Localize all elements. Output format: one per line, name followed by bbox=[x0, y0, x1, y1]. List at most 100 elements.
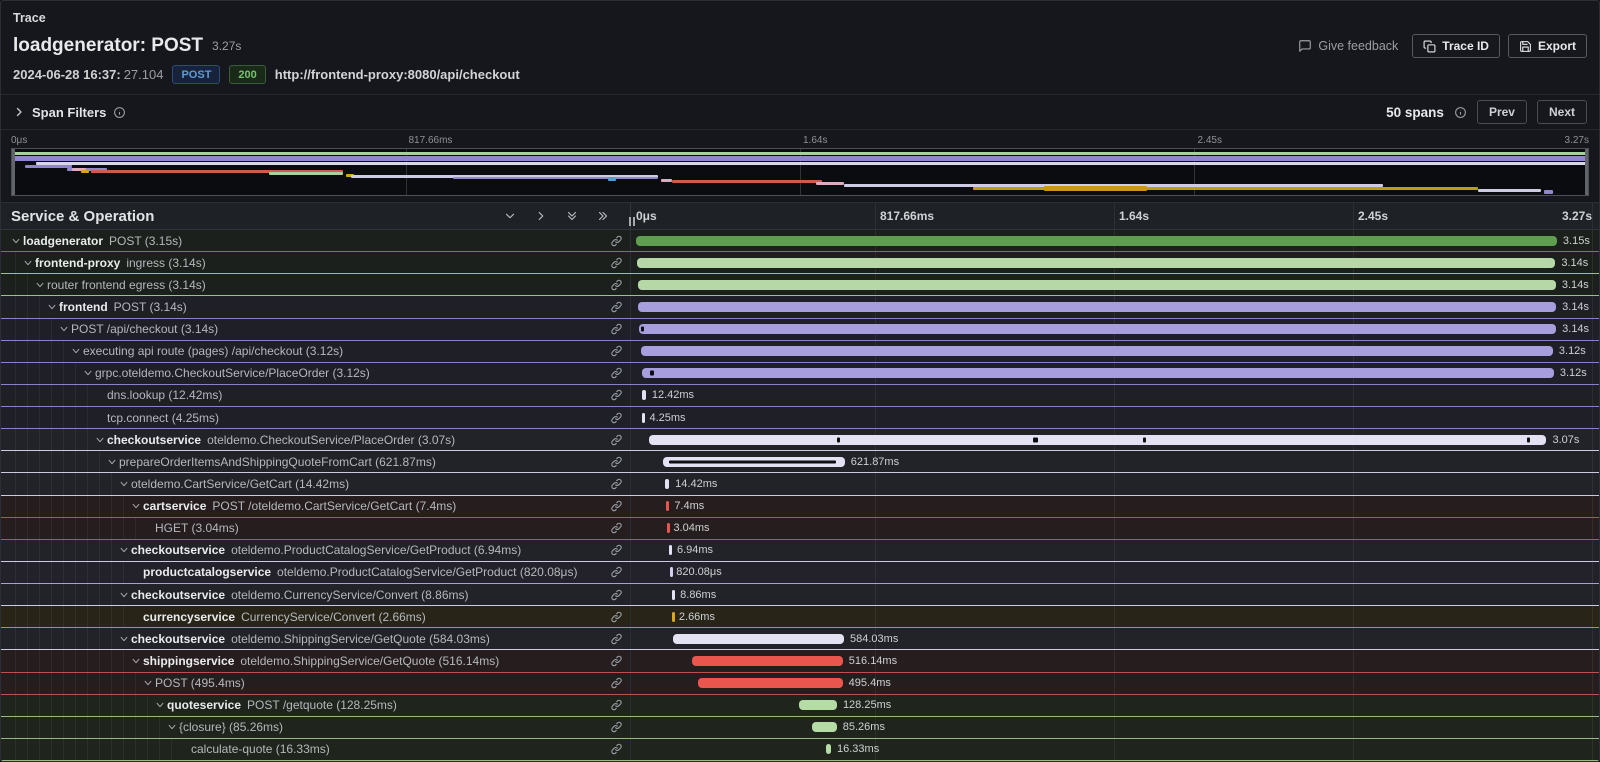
span-link-icon[interactable] bbox=[610, 278, 623, 291]
span-row[interactable]: checkoutservice oteldemo.ProductCatalogS… bbox=[1, 540, 1599, 562]
chevron-right-icon[interactable] bbox=[13, 106, 25, 118]
span-link-icon[interactable] bbox=[610, 610, 623, 623]
span-row-timeline[interactable]: 14.42ms bbox=[631, 473, 1599, 494]
chevron-down-icon[interactable] bbox=[119, 479, 131, 489]
span-row-label[interactable]: {closure} (85.26ms) bbox=[1, 717, 631, 738]
span-row[interactable]: frontend POST (3.14s) 3.14s bbox=[1, 296, 1599, 318]
span-row-label[interactable]: loadgenerator POST (3.15s) bbox=[1, 230, 631, 251]
span-row-timeline[interactable]: 516.14ms bbox=[631, 650, 1599, 671]
span-link-icon[interactable] bbox=[610, 699, 623, 712]
span-row-label[interactable]: POST /api/checkout (3.14s) bbox=[1, 319, 631, 340]
span-row-timeline[interactable]: 16.33ms bbox=[631, 739, 1599, 760]
span-row-label[interactable]: shippingservice oteldemo.ShippingService… bbox=[1, 650, 631, 671]
chevron-down-icon[interactable] bbox=[35, 280, 47, 290]
chevron-down-icon[interactable] bbox=[23, 258, 35, 268]
span-link-icon[interactable] bbox=[610, 654, 623, 667]
span-row-timeline[interactable]: 85.26ms bbox=[631, 717, 1599, 738]
span-bar[interactable] bbox=[669, 545, 672, 555]
span-link-icon[interactable] bbox=[610, 632, 623, 645]
span-link-icon[interactable] bbox=[610, 566, 623, 579]
span-row-timeline[interactable]: 584.03ms bbox=[631, 628, 1599, 649]
expand-all-icon[interactable] bbox=[596, 209, 610, 223]
span-row[interactable]: HGET (3.04ms) 3.04ms bbox=[1, 518, 1599, 540]
span-row-timeline[interactable]: 3.14s bbox=[631, 319, 1599, 340]
span-link-icon[interactable] bbox=[610, 256, 623, 269]
chevron-down-icon[interactable] bbox=[11, 236, 23, 246]
span-bar[interactable] bbox=[636, 236, 1557, 246]
span-row-timeline[interactable]: 3.07s bbox=[631, 429, 1599, 450]
span-row-timeline[interactable]: 128.25ms bbox=[631, 695, 1599, 716]
span-row-timeline[interactable]: 3.15s bbox=[631, 230, 1599, 251]
span-link-icon[interactable] bbox=[610, 411, 623, 424]
chevron-down-icon[interactable] bbox=[119, 634, 131, 644]
span-row[interactable]: router frontend egress (3.14s) 3.14s bbox=[1, 274, 1599, 296]
span-filters-toggle[interactable]: Span Filters bbox=[13, 105, 126, 120]
span-row-timeline[interactable]: 3.14s bbox=[631, 252, 1599, 273]
next-button[interactable]: Next bbox=[1537, 100, 1587, 124]
chevron-down-icon[interactable] bbox=[131, 656, 143, 666]
span-row-label[interactable]: frontend-proxy ingress (3.14s) bbox=[1, 252, 631, 273]
span-link-icon[interactable] bbox=[610, 477, 623, 490]
span-row-label[interactable]: quoteservice POST /getquote (128.25ms) bbox=[1, 695, 631, 716]
span-row[interactable]: executing api route (pages) /api/checkou… bbox=[1, 341, 1599, 363]
span-row-timeline[interactable]: 3.14s bbox=[631, 274, 1599, 295]
give-feedback-button[interactable]: Give feedback bbox=[1292, 38, 1404, 54]
span-row-label[interactable]: checkoutservice oteldemo.CheckoutService… bbox=[1, 429, 631, 450]
chevron-down-icon[interactable] bbox=[131, 501, 143, 511]
span-row[interactable]: prepareOrderItemsAndShippingQuoteFromCar… bbox=[1, 451, 1599, 473]
span-link-icon[interactable] bbox=[610, 588, 623, 601]
span-link-icon[interactable] bbox=[610, 367, 623, 380]
span-row-timeline[interactable]: 3.04ms bbox=[631, 518, 1599, 539]
span-row[interactable]: POST (495.4ms) 495.4ms bbox=[1, 673, 1599, 695]
span-row[interactable]: productcatalogservice oteldemo.ProductCa… bbox=[1, 562, 1599, 584]
chevron-down-icon[interactable] bbox=[95, 435, 107, 445]
span-row[interactable]: tcp.connect (4.25ms) 4.25ms bbox=[1, 407, 1599, 429]
span-bar[interactable] bbox=[639, 324, 1556, 334]
span-row-label[interactable]: checkoutservice oteldemo.CurrencyService… bbox=[1, 584, 631, 605]
chevron-down-icon[interactable] bbox=[47, 302, 59, 312]
span-bar[interactable] bbox=[665, 479, 669, 489]
span-row-label[interactable]: tcp.connect (4.25ms) bbox=[1, 407, 631, 428]
span-row-label[interactable]: prepareOrderItemsAndShippingQuoteFromCar… bbox=[1, 451, 631, 472]
span-row-timeline[interactable]: 12.42ms bbox=[631, 385, 1599, 406]
column-resize-handle[interactable] bbox=[629, 217, 635, 226]
span-row[interactable]: grpc.oteldemo.CheckoutService/PlaceOrder… bbox=[1, 363, 1599, 385]
chevron-down-icon[interactable] bbox=[119, 590, 131, 600]
span-row-label[interactable]: productcatalogservice oteldemo.ProductCa… bbox=[1, 562, 631, 583]
span-row-label[interactable]: calculate-quote (16.33ms) bbox=[1, 739, 631, 760]
span-bar[interactable] bbox=[638, 302, 1556, 312]
span-bar[interactable] bbox=[642, 413, 645, 423]
span-link-icon[interactable] bbox=[610, 743, 623, 756]
span-row-label[interactable]: HGET (3.04ms) bbox=[1, 518, 631, 539]
span-row[interactable]: quoteservice POST /getquote (128.25ms) 1… bbox=[1, 695, 1599, 717]
span-row[interactable]: checkoutservice oteldemo.ShippingService… bbox=[1, 628, 1599, 650]
chevron-down-icon[interactable] bbox=[119, 545, 131, 555]
span-link-icon[interactable] bbox=[610, 677, 623, 690]
span-row[interactable]: checkoutservice oteldemo.CheckoutService… bbox=[1, 429, 1599, 451]
span-row-timeline[interactable]: 4.25ms bbox=[631, 407, 1599, 428]
trace-id-button[interactable]: Trace ID bbox=[1412, 34, 1500, 58]
span-bar[interactable] bbox=[672, 590, 675, 600]
chevron-down-icon[interactable] bbox=[155, 700, 167, 710]
expand-one-icon[interactable] bbox=[534, 209, 548, 223]
info-icon[interactable] bbox=[113, 106, 126, 119]
span-row-label[interactable]: executing api route (pages) /api/checkou… bbox=[1, 341, 631, 362]
span-bar[interactable] bbox=[642, 368, 1554, 378]
span-bar[interactable] bbox=[637, 258, 1555, 268]
span-link-icon[interactable] bbox=[610, 544, 623, 557]
span-row[interactable]: {closure} (85.26ms) 85.26ms bbox=[1, 717, 1599, 739]
chevron-down-icon[interactable] bbox=[59, 324, 71, 334]
span-row-timeline[interactable]: 3.12s bbox=[631, 363, 1599, 384]
span-bar[interactable] bbox=[666, 501, 669, 511]
span-link-icon[interactable] bbox=[610, 345, 623, 358]
span-row-timeline[interactable]: 2.66ms bbox=[631, 606, 1599, 627]
span-row-label[interactable]: cartservice POST /oteldemo.CartService/G… bbox=[1, 496, 631, 517]
span-row-label[interactable]: currencyservice CurrencyService/Convert … bbox=[1, 606, 631, 627]
chevron-down-icon[interactable] bbox=[71, 346, 83, 356]
span-row[interactable]: dns.lookup (12.42ms) 12.42ms bbox=[1, 385, 1599, 407]
viewport-handle-left[interactable] bbox=[12, 149, 15, 195]
span-bar[interactable] bbox=[812, 722, 837, 732]
span-bar[interactable] bbox=[698, 678, 843, 688]
span-bar[interactable] bbox=[692, 656, 843, 666]
span-row-timeline[interactable]: 820.08μs bbox=[631, 562, 1599, 583]
